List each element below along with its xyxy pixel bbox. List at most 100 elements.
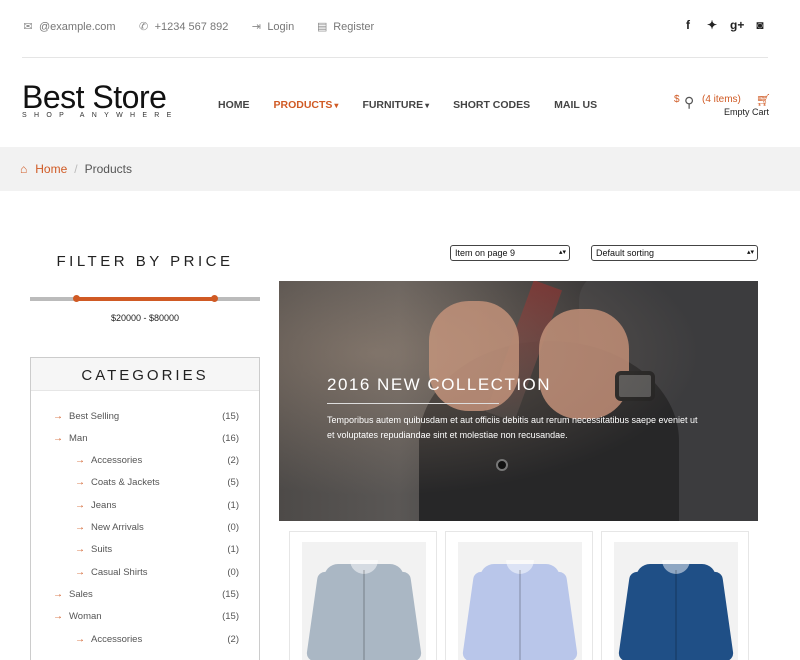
google-plus-icon[interactable]: g+ xyxy=(730,18,744,32)
arrow-right-icon: → xyxy=(75,633,85,645)
facebook-icon[interactable]: f xyxy=(682,18,694,32)
phone-text: +1234 567 892 xyxy=(154,20,229,33)
category-item[interactable]: → Accessories (2) xyxy=(75,453,261,469)
items-per-page-value: Item on page 9 xyxy=(455,248,516,258)
arrow-right-icon: → xyxy=(75,499,85,511)
category-label: Sales xyxy=(69,588,93,600)
nav-short-codes-label: SHORT CODES xyxy=(453,99,531,111)
cart-empty-label: Empty Cart xyxy=(724,107,770,117)
category-count: (0) xyxy=(227,522,239,533)
login-icon: ⇥ xyxy=(251,21,261,33)
email-link[interactable]: ✉ @example.com xyxy=(22,20,116,34)
category-count: (16) xyxy=(222,432,239,444)
category-count: (15) xyxy=(222,588,239,600)
product-image[interactable] xyxy=(458,542,582,660)
top-links: ✉ @example.com ✆ +1234 567 892 ⇥ Login ▤… xyxy=(22,20,375,34)
arrow-right-icon: → xyxy=(75,544,85,556)
caret-down-icon: ▾ xyxy=(334,101,339,110)
categories-title: CATEGORIES xyxy=(31,358,259,391)
category-label: Accessories xyxy=(91,633,143,645)
nav-products-label: PRODUCTS xyxy=(273,99,333,111)
breadcrumb-current: Products xyxy=(84,162,132,176)
product-card[interactable] xyxy=(289,531,437,660)
category-label: Suits xyxy=(91,544,113,556)
category-label: Jeans xyxy=(91,499,117,511)
category-item[interactable]: → Man (16) xyxy=(53,430,261,446)
items-per-page-select[interactable]: Item on page 9 ▴▾ xyxy=(450,245,570,261)
categories-panel: CATEGORIES → Best Selling (15) → Man (16) → Acc… xyxy=(30,357,260,660)
price-slider[interactable] xyxy=(30,295,260,302)
collection-banner[interactable]: 2016 NEW COLLECTION Temporibus autem qui… xyxy=(279,281,758,521)
category-count: (1) xyxy=(227,499,239,511)
category-item[interactable]: → Suits (1) xyxy=(75,542,261,558)
arrow-right-icon: → xyxy=(53,588,63,600)
twitter-icon[interactable]: ✦ xyxy=(706,18,718,32)
category-label: New Arrivals xyxy=(91,522,144,533)
search-icon[interactable]: ⚲ xyxy=(684,94,694,111)
category-label: Best Selling xyxy=(69,410,120,422)
nav-furniture[interactable]: FURNITURE ▾ xyxy=(362,99,429,111)
sorting-select[interactable]: Default sorting ▴▾ xyxy=(591,245,758,261)
caret-down-icon: ▾ xyxy=(425,101,430,110)
login-text: Login xyxy=(267,20,295,33)
currency-symbol: $ xyxy=(674,94,680,105)
banner-vest-button xyxy=(496,459,508,471)
category-label: Accessories xyxy=(91,455,143,467)
category-item[interactable]: → Sales (15) xyxy=(53,586,261,602)
category-item[interactable]: → Woman (15) xyxy=(53,609,261,625)
register-text: Register xyxy=(333,20,375,33)
cart-widget[interactable]: $ ⚲ (4 items) 🛒︎ Empty Cart xyxy=(672,93,772,123)
category-count: (2) xyxy=(227,455,239,467)
nav-home-label: HOME xyxy=(218,99,250,111)
register-link[interactable]: ▤ Register xyxy=(316,20,375,34)
arrow-right-icon: → xyxy=(53,432,63,444)
category-item[interactable]: → Jeans (1) xyxy=(75,497,261,513)
category-item[interactable]: → Coats & Jackets (5) xyxy=(75,475,261,491)
instagram-icon[interactable]: ◙ xyxy=(754,18,766,32)
nav-products[interactable]: PRODUCTS ▾ xyxy=(274,99,339,111)
phone-icon: ✆ xyxy=(138,21,149,33)
arrow-right-icon: → xyxy=(53,410,63,422)
home-icon[interactable]: ⌂ xyxy=(20,162,27,176)
arrow-right-icon: → xyxy=(75,477,85,489)
phone-link[interactable]: ✆ +1234 567 892 xyxy=(138,20,229,34)
breadcrumb: ⌂ Home / Products xyxy=(0,147,800,191)
nav-short-codes[interactable]: SHORT CODES xyxy=(453,99,530,111)
category-item[interactable]: → Accessories (2) xyxy=(75,631,261,647)
logo[interactable]: Best Store SHOP ANYWHERE xyxy=(22,81,179,119)
category-count: (0) xyxy=(227,566,239,578)
product-card[interactable] xyxy=(445,531,593,660)
select-arrows-icon: ▴▾ xyxy=(558,249,566,256)
logo-tagline: SHOP ANYWHERE xyxy=(22,112,179,119)
banner-light-overlay xyxy=(279,281,758,521)
social-links: f ✦ g+ ◙ xyxy=(682,18,766,32)
category-item[interactable]: → New Arrivals (0) xyxy=(75,520,261,536)
price-slider-range xyxy=(76,297,214,301)
category-item[interactable]: → Best Selling (15) xyxy=(53,408,261,424)
arrow-right-icon: → xyxy=(75,566,85,578)
nav-mail-us[interactable]: MAIL US xyxy=(554,99,597,111)
price-slider-min-handle[interactable] xyxy=(73,295,80,302)
email-text: @example.com xyxy=(39,20,116,33)
arrow-right-icon: → xyxy=(53,611,63,623)
banner-title: 2016 NEW COLLECTION xyxy=(327,375,552,394)
product-image[interactable] xyxy=(614,542,738,660)
price-slider-max-handle[interactable] xyxy=(211,295,218,302)
cart-icon[interactable]: 🛒︎ xyxy=(756,93,771,107)
category-count: (15) xyxy=(222,611,239,623)
envelope-icon: ✉ xyxy=(23,21,33,33)
nav-home[interactable]: HOME xyxy=(218,99,250,111)
category-count: (5) xyxy=(227,477,239,489)
category-count: (1) xyxy=(227,544,239,556)
shirt-placket xyxy=(363,570,365,660)
breadcrumb-home[interactable]: Home xyxy=(35,162,67,176)
product-image[interactable] xyxy=(302,542,426,660)
category-item[interactable]: → Casual Shirts (0) xyxy=(75,564,261,580)
category-count: (15) xyxy=(222,410,239,422)
category-label: Coats & Jackets xyxy=(91,477,160,489)
login-link[interactable]: ⇥ Login xyxy=(250,20,295,34)
sorting-value: Default sorting xyxy=(596,248,655,258)
category-label: Woman xyxy=(69,611,102,623)
product-card[interactable] xyxy=(601,531,749,660)
arrow-right-icon: → xyxy=(75,522,85,533)
